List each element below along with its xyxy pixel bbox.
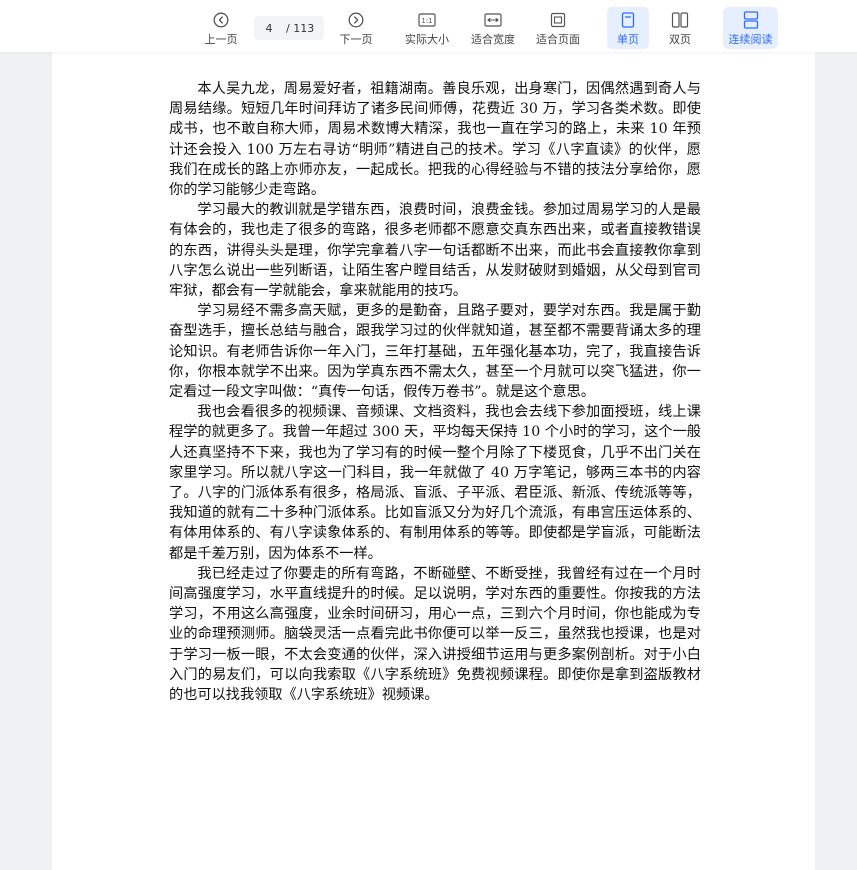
double-page-icon (671, 11, 689, 29)
fit-width-label: 适合宽度 (471, 33, 515, 46)
continuous-reading-icon (742, 11, 760, 29)
next-page-label: 下一页 (339, 33, 373, 46)
paragraph-5: 我已经走过了你要走的所有弯路，不断碰壁、不断受挫，我曾经有过在一个月时间高强度学… (169, 565, 701, 704)
single-page-label: 单页 (617, 33, 639, 46)
actual-size-icon: 1:1 (418, 11, 436, 29)
paragraph-2: 学习最大的教训就是学错东西，浪费时间，浪费金钱。参加过周易学习的人是最有体会的，… (169, 202, 701, 300)
actual-size-icon-text: 1:1 (421, 17, 432, 25)
document-page: … 本人吴九龙，周易爱好者，祖籍湖南。善良乐观，出身寒门，因偶然遇到奇人与周易结… (52, 0, 815, 870)
single-page-button[interactable]: 单页 (607, 7, 649, 49)
fit-page-button[interactable]: 适合页面 (530, 7, 586, 49)
single-page-icon (619, 11, 637, 29)
double-page-button[interactable]: 双页 (659, 7, 701, 49)
page-number-input[interactable] (254, 21, 284, 35)
prev-page-label: 上一页 (204, 33, 238, 46)
double-page-label: 双页 (669, 33, 691, 46)
chevron-left-circle-icon (212, 11, 230, 29)
paragraph-1: 本人吴九龙，周易爱好者，祖籍湖南。善良乐观，出身寒门，因偶然遇到奇人与周易结缘。… (169, 81, 701, 199)
reader-toolbar: 上一页 / 113 下一页 1:1 实际大小 适合宽度 (0, 0, 857, 52)
paragraph-3: 学习易经不需多高天赋，更多的是勤奋，且路子要对，要学对东西。我是属于勤奋型选手，… (169, 303, 701, 401)
page-number-box: / 113 (254, 16, 324, 40)
chevron-right-circle-icon (347, 11, 365, 29)
page-total: / 113 (286, 21, 315, 35)
continuous-reading-button[interactable]: 连续阅读 (723, 7, 778, 49)
page-content: 本人吴九龙，周易爱好者，祖籍湖南。善良乐观，出身寒门，因偶然遇到奇人与周易结缘。… (169, 79, 701, 705)
fit-page-icon (549, 11, 567, 29)
continuous-reading-label: 连续阅读 (728, 33, 773, 46)
actual-size-label: 实际大小 (405, 33, 449, 46)
next-page-button[interactable]: 下一页 (328, 7, 384, 49)
paragraph-4: 我也会看很多的视频课、音频课、文档资料，我也会去线下参加面授班，线上课程学的就更… (169, 404, 701, 562)
fit-width-icon (484, 11, 502, 29)
prev-page-button[interactable]: 上一页 (193, 7, 249, 49)
fit-page-label: 适合页面 (536, 33, 580, 46)
actual-size-button[interactable]: 1:1 实际大小 (399, 7, 455, 49)
document-viewer: … 本人吴九龙，周易爱好者，祖籍湖南。善良乐观，出身寒门，因偶然遇到奇人与周易结… (0, 0, 857, 870)
fit-width-button[interactable]: 适合宽度 (465, 7, 521, 49)
